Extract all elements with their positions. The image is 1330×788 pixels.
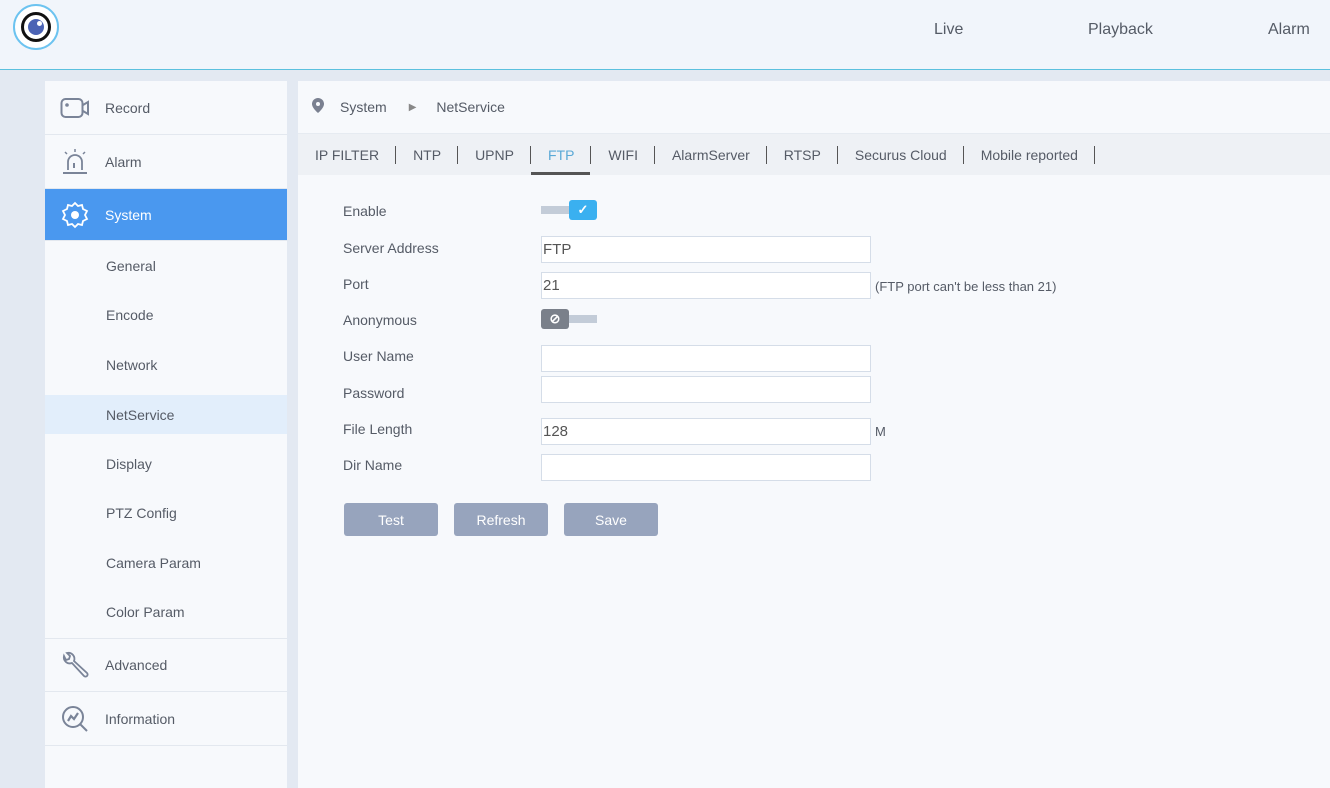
nav-alarm[interactable]: Alarm <box>1268 21 1310 39</box>
breadcrumb: System ▶ NetService <box>298 81 1330 134</box>
user-name-label: User Name <box>343 348 414 364</box>
sidebar-item-label: Alarm <box>105 153 142 170</box>
save-button[interactable]: Save <box>564 503 658 536</box>
sidebar-subitem-encode[interactable]: Encode <box>45 290 287 339</box>
sidebar-item-label: Information <box>105 710 176 727</box>
sidebar-subitem-network[interactable]: Network <box>45 340 287 389</box>
anonymous-label: Anonymous <box>343 312 417 328</box>
dir-name-label: Dir Name <box>343 457 403 473</box>
chevron-right-icon: ▶ <box>408 101 417 113</box>
logo <box>13 4 59 50</box>
disabled-icon: ⊘ <box>541 309 569 329</box>
nav-live[interactable]: Live <box>934 21 963 39</box>
tab-mobile-reported[interactable]: Mobile reported <box>964 134 1096 175</box>
info-chart-icon <box>45 704 105 734</box>
user-name-input[interactable] <box>541 345 871 372</box>
enable-toggle[interactable]: ✓ <box>541 200 597 220</box>
sidebar: Record Alarm System General Encode Netwo… <box>45 81 287 788</box>
refresh-button[interactable]: Refresh <box>454 503 548 536</box>
sidebar-subitem-netservice[interactable]: NetService <box>45 395 287 434</box>
breadcrumb-system[interactable]: System <box>340 99 387 115</box>
enable-label: Enable <box>343 203 387 219</box>
server-address-input[interactable] <box>541 236 871 263</box>
dir-name-input[interactable] <box>541 454 871 481</box>
tab-upnp[interactable]: UPNP <box>458 134 531 175</box>
sidebar-subitem-general[interactable]: General <box>45 241 287 290</box>
password-label: Password <box>343 385 405 401</box>
nav-playback[interactable]: Playback <box>1088 21 1153 39</box>
sidebar-subitem-ptz-config[interactable]: PTZ Config <box>45 488 287 537</box>
password-input[interactable] <box>541 376 871 403</box>
server-address-label: Server Address <box>343 240 439 256</box>
sidebar-item-label: Advanced <box>105 657 168 673</box>
tab-wifi[interactable]: WIFI <box>591 134 655 175</box>
siren-icon <box>45 148 105 176</box>
camera-icon <box>45 97 105 119</box>
sidebar-item-alarm[interactable]: Alarm <box>45 135 287 189</box>
file-length-label: File Length <box>343 421 413 437</box>
sidebar-item-label: Record <box>105 99 151 116</box>
tab-securus-cloud[interactable]: Securus Cloud <box>838 134 964 175</box>
sidebar-item-system[interactable]: System <box>45 189 287 241</box>
top-header: Live Playback Alarm <box>0 0 1330 70</box>
anonymous-toggle[interactable]: ⊘ <box>541 309 597 329</box>
file-length-unit: M <box>875 424 886 439</box>
location-pin-icon <box>312 98 324 116</box>
tab-ip-filter[interactable]: IP FILTER <box>298 134 397 175</box>
file-length-input[interactable] <box>541 418 871 445</box>
sidebar-item-advanced[interactable]: Advanced <box>45 638 287 692</box>
breadcrumb-netservice: NetService <box>436 99 505 115</box>
sidebar-item-label: System <box>105 206 152 223</box>
main-content: System ▶ NetService IP FILTER NTP UPNP F… <box>298 81 1330 788</box>
test-button[interactable]: Test <box>344 503 438 536</box>
gear-icon <box>45 201 105 229</box>
tab-bar: IP FILTER NTP UPNP FTP WIFI AlarmServer … <box>298 134 1330 175</box>
sidebar-item-record[interactable]: Record <box>45 81 287 135</box>
sidebar-subitem-display[interactable]: Display <box>45 439 287 488</box>
port-label: Port <box>343 276 369 292</box>
port-input[interactable] <box>541 272 871 299</box>
check-icon: ✓ <box>569 200 597 220</box>
sidebar-subitem-camera-param[interactable]: Camera Param <box>45 538 287 587</box>
tab-ftp[interactable]: FTP <box>530 134 592 175</box>
sidebar-subitem-color-param[interactable]: Color Param <box>45 587 287 636</box>
wrench-icon <box>45 650 105 680</box>
sidebar-item-information[interactable]: Information <box>45 692 287 746</box>
tab-ntp[interactable]: NTP <box>396 134 459 175</box>
port-hint: (FTP port can't be less than 21) <box>875 279 1057 294</box>
tab-alarmserver[interactable]: AlarmServer <box>655 134 767 175</box>
tab-rtsp[interactable]: RTSP <box>767 134 838 175</box>
